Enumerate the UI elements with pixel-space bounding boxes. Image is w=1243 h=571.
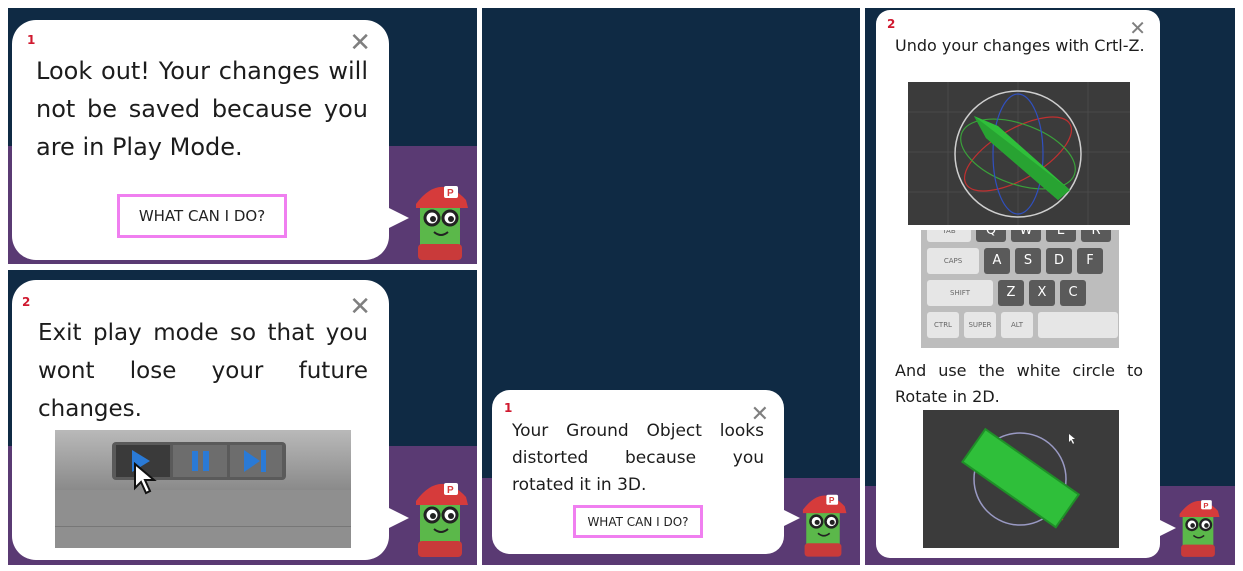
key-ctrl: CTRL [927, 312, 959, 338]
mascot: P [416, 186, 468, 260]
speech-bubble: 1 ✕ Your Ground Object looks distorted b… [492, 390, 800, 554]
key-r: R [1081, 230, 1111, 242]
speech-bubble: 2 ✕ Exit play mode so that you wont lose… [12, 280, 409, 560]
rotation-gizmo-3d [908, 82, 1130, 225]
message-text-rotate: And use the white circle to Rotate in 2D… [895, 361, 1143, 406]
key-q: Q [976, 230, 1006, 242]
cursor-icon [134, 462, 157, 495]
what-can-i-do-button[interactable]: WHAT CAN I DO? [573, 505, 703, 538]
key-super: SUPER [964, 312, 996, 338]
message-text: Look out! Your changes will not be saved… [36, 57, 368, 161]
svg-text:P: P [1203, 501, 1208, 510]
message-text: Your Ground Object looks distorted becau… [512, 421, 764, 495]
key-a: A [984, 248, 1010, 274]
bubble-tail [385, 506, 409, 530]
message-text: Exit play mode so that you wont lose you… [38, 320, 368, 422]
mascot: P [802, 494, 847, 557]
panel-3: 1 ✕ Your Ground Object looks distorted b… [482, 8, 860, 565]
panel-2: 2 ✕ Exit play mode so that you wont lose… [8, 270, 477, 565]
key-tab: TAB [927, 230, 971, 242]
step-number: 1 [27, 33, 36, 47]
gizmo-3d-image [908, 82, 1130, 225]
what-can-i-do-button[interactable]: WHAT CAN I DO? [117, 194, 287, 238]
toolbar-divider [55, 526, 351, 527]
message-text-undo: Undo your changes with Crtl-Z. [895, 36, 1145, 55]
panel-4: 2 ✕ Undo your changes with Crtl-Z. TAB Q [865, 8, 1235, 565]
gizmo-2d-image [923, 410, 1119, 548]
speech-bubble: 2 ✕ Undo your changes with Crtl-Z. TAB Q [876, 10, 1176, 558]
key-d: D [1046, 248, 1072, 274]
mascot: P [416, 483, 468, 557]
svg-text:P: P [829, 495, 835, 505]
key-shift: SHIFT [927, 280, 993, 306]
svg-text:P: P [447, 188, 454, 199]
speech-bubble: 1 ✕ Look out! Your changes will not be s… [12, 20, 409, 260]
rotation-gizmo-2d [961, 427, 1081, 529]
step-icon[interactable] [230, 445, 282, 477]
step-number: 1 [504, 401, 513, 415]
pause-icon[interactable] [173, 445, 227, 477]
key-z: Z [998, 280, 1024, 306]
key-w: W [1011, 230, 1041, 242]
key-alt: ALT [1001, 312, 1033, 338]
key-e: E [1046, 230, 1076, 242]
play-controls-image [55, 430, 351, 548]
key-caps: CAPS [927, 248, 979, 274]
key-x: X [1029, 280, 1055, 306]
step-number: 2 [22, 295, 31, 309]
key-space [1038, 312, 1118, 338]
step-number: 2 [887, 17, 896, 31]
panel-1: 1 ✕ Look out! Your changes will not be s… [8, 8, 477, 264]
key-s: S [1015, 248, 1041, 274]
key-c: C [1060, 280, 1086, 306]
mascot: P [1179, 500, 1220, 557]
svg-text:P: P [447, 485, 454, 496]
bubble-tail [385, 206, 409, 230]
keyboard-image: TAB Q W E R CAPS A S D F SHIFT Z X C CTR… [921, 230, 1119, 348]
key-f: F [1077, 248, 1103, 274]
